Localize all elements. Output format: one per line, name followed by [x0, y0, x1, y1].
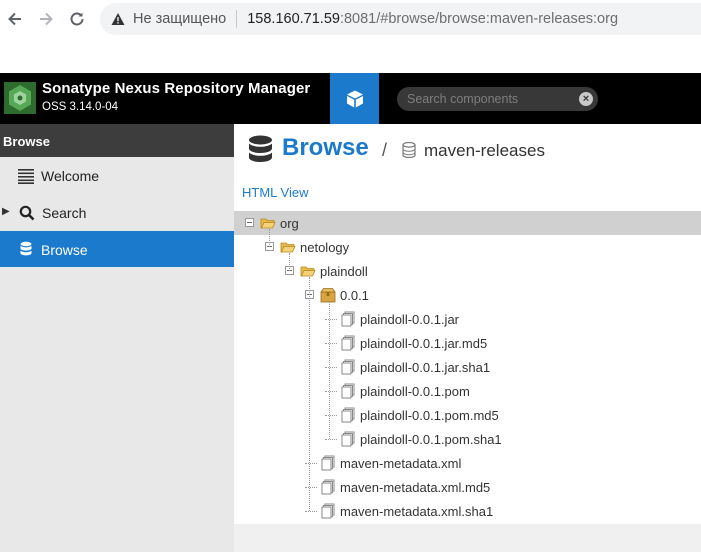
file-icon: [321, 455, 335, 471]
tree-node[interactable]: plaindoll-0.0.1.pom: [234, 379, 701, 403]
folder-open-icon: [280, 242, 296, 253]
browse-mode-button[interactable]: [330, 73, 379, 124]
panel-footer: [234, 524, 701, 552]
file-icon: [341, 311, 355, 327]
app-header: Sonatype Nexus Repository Manager OSS 3.…: [0, 73, 701, 124]
address-bar[interactable]: Не защищено 158.160.71.59 :8081/#browse/…: [100, 3, 701, 35]
main-panel: Browse / maven-releases HTML View org net…: [234, 124, 701, 552]
tree-connector: [325, 439, 337, 440]
tree-node-label: maven-metadata.xml.md5: [340, 480, 491, 495]
tree-node-label: plaindoll-0.0.1.jar.md5: [360, 336, 488, 351]
search-placeholder: Search components: [407, 92, 519, 106]
tree-node-label: plaindoll-0.0.1.pom.sha1: [360, 432, 502, 447]
database-icon: [249, 135, 272, 162]
tree-connector: [325, 343, 337, 344]
collapse-toggle-icon[interactable]: [245, 218, 254, 227]
sidebar: Browse Welcome ▶ Search Browse: [0, 124, 234, 552]
clear-search-icon[interactable]: ×: [579, 92, 593, 106]
search-icon: [19, 205, 35, 221]
app-title: Sonatype Nexus Repository Manager: [42, 80, 311, 97]
sidebar-item-welcome[interactable]: Welcome: [0, 158, 234, 194]
tree-node-label: plaindoll-0.0.1.pom.md5: [360, 408, 499, 423]
tree-node-label: plaindoll: [320, 264, 368, 279]
file-icon: [321, 503, 335, 519]
tree-connector: [269, 229, 270, 247]
sidebar-item-label: Browse: [41, 242, 88, 258]
cube-icon: [346, 90, 363, 107]
insecure-label: Не защищено: [133, 11, 227, 27]
breadcrumb-browse[interactable]: Browse: [282, 134, 369, 162]
repository-tree: org netology plaindoll 0.0.1 plaindoll-0.0.1…: [234, 211, 701, 524]
tree-connector: [329, 301, 330, 439]
arrow-right-icon: [40, 12, 53, 26]
tree-node[interactable]: plaindoll: [234, 259, 701, 283]
breadcrumb-repository: maven-releases: [424, 141, 545, 160]
folder-open-icon: [260, 218, 276, 229]
url-host: 158.160.71.59: [247, 11, 340, 27]
reload-icon: [70, 12, 84, 26]
package-icon: [320, 288, 336, 303]
tree-node[interactable]: plaindoll-0.0.1.jar: [234, 307, 701, 331]
tree-node-label: maven-metadata.xml.sha1: [340, 504, 494, 519]
tree-connector: [325, 319, 337, 320]
tree-connector: [289, 253, 290, 271]
address-divider: [236, 10, 238, 28]
tree-connector: [325, 367, 337, 368]
sidebar-item-label: Welcome: [41, 168, 100, 184]
tree-connector: [305, 487, 317, 488]
tree-node[interactable]: maven-metadata.xml.md5: [234, 475, 701, 499]
tree-connector: [325, 415, 337, 416]
sidebar-item-search[interactable]: ▶ Search: [0, 194, 234, 230]
tree-node-label: maven-metadata.xml: [340, 456, 462, 471]
file-icon: [341, 359, 355, 375]
tree-node[interactable]: org: [234, 211, 701, 235]
html-view-link[interactable]: HTML View: [242, 185, 308, 200]
tree-node[interactable]: plaindoll-0.0.1.pom.md5: [234, 403, 701, 427]
browser-toolbar: Не защищено 158.160.71.59 :8081/#browse/…: [0, 0, 701, 38]
tree-node[interactable]: maven-metadata.xml.sha1: [234, 499, 701, 523]
sidebar-item-label: Search: [42, 205, 87, 221]
back-button[interactable]: [2, 6, 28, 32]
tree-node-label: plaindoll-0.0.1.jar: [360, 312, 460, 327]
tree-node-label: plaindoll-0.0.1.pom: [360, 384, 470, 399]
nexus-logo-icon: [4, 82, 36, 114]
file-icon: [341, 431, 355, 447]
tree-node[interactable]: plaindoll-0.0.1.jar.sha1: [234, 355, 701, 379]
tree-node-label: plaindoll-0.0.1.jar.sha1: [360, 360, 491, 375]
breadcrumb-separator: /: [382, 140, 388, 160]
search-components-input[interactable]: Search components ×: [397, 87, 598, 111]
file-icon: [341, 407, 355, 423]
file-icon: [321, 479, 335, 495]
tree-connector: [305, 463, 317, 464]
tree-node[interactable]: 0.0.1: [234, 283, 701, 307]
sidebar-header: Browse: [0, 124, 234, 157]
expand-arrow-icon[interactable]: ▶: [2, 206, 10, 217]
warning-icon: [111, 13, 125, 25]
repository-icon: [402, 142, 416, 158]
tree-connector: [305, 511, 317, 512]
tree-node-label: org: [280, 216, 299, 231]
app-version: OSS 3.14.0-04: [42, 101, 119, 113]
tree-node[interactable]: plaindoll-0.0.1.jar.md5: [234, 331, 701, 355]
reload-button[interactable]: [64, 6, 90, 32]
tree-node[interactable]: netology: [234, 235, 701, 259]
tree-node-label: 0.0.1: [340, 288, 369, 303]
sidebar-item-browse[interactable]: Browse: [0, 231, 234, 267]
tree-connector: [325, 391, 337, 392]
tree-node[interactable]: plaindoll-0.0.1.pom.sha1: [234, 427, 701, 451]
list-icon: [18, 169, 34, 184]
url-path: :8081/#browse/browse:maven-releases:org: [339, 11, 619, 27]
tree-connector: [309, 277, 310, 511]
tree-node-label: netology: [300, 240, 350, 255]
tree-node[interactable]: maven-metadata.xml: [234, 451, 701, 475]
folder-open-icon: [300, 266, 316, 277]
arrow-left-icon: [8, 12, 21, 26]
file-icon: [341, 383, 355, 399]
file-icon: [341, 335, 355, 351]
database-icon: [20, 241, 32, 256]
forward-button[interactable]: [33, 6, 59, 32]
